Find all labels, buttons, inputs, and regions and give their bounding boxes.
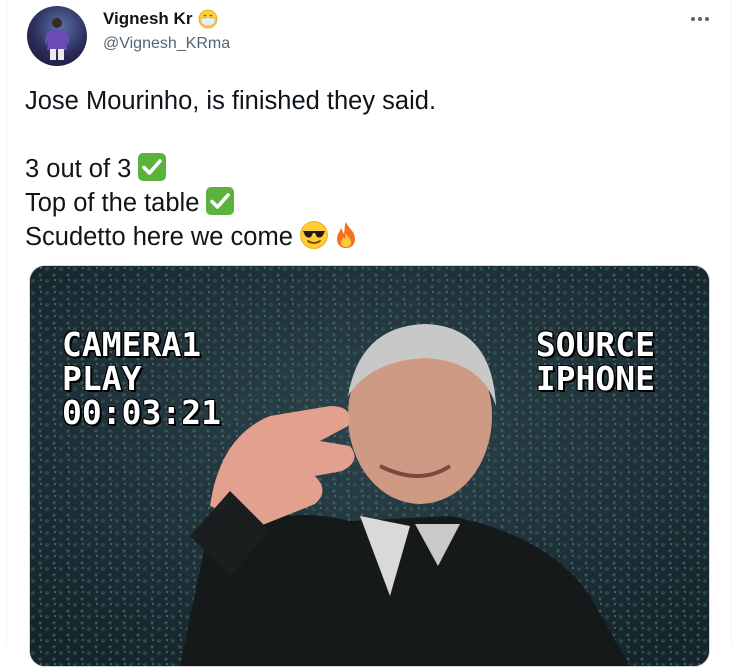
tweet-line: Top of the table (25, 186, 715, 220)
check-mark-button-icon (206, 187, 235, 215)
avatar-figure (45, 18, 69, 60)
camera-osd-right: SOURCE IPHONE (536, 328, 655, 396)
tweet-line: 3 out of 3 (25, 152, 715, 186)
more-options-button[interactable] (685, 8, 715, 30)
osd-source-label: SOURCE (535, 325, 655, 364)
display-name[interactable]: Vignesh Kr (103, 9, 192, 29)
osd-timecode: 00:03:21 (62, 393, 221, 432)
author-name-row[interactable]: Vignesh Kr (103, 9, 218, 29)
tweet-card: Vignesh Kr @Vignesh_KRma Jose Mourinho, … (6, 0, 732, 667)
tweet-line-text: Top of the table (25, 189, 200, 217)
tweet-line: Jose Mourinho, is finished they said. (25, 87, 437, 115)
tweet-text: Jose Mourinho, is finished they said. 3 … (25, 84, 715, 254)
tweet-line: Scudetto here we come (25, 220, 715, 254)
tweet-line-text: 3 out of 3 (25, 155, 132, 183)
author-handle[interactable]: @Vignesh_KRma (103, 35, 230, 53)
avatar[interactable] (27, 6, 87, 66)
video-media[interactable]: CAMERA1 PLAY 00:03:21 SOURCE IPHONE (29, 265, 710, 667)
tweet-line-text: Scudetto here we come (25, 223, 293, 251)
osd-source-value: IPHONE (535, 359, 655, 398)
osd-play-label: PLAY (62, 359, 142, 398)
check-mark-button-icon (138, 153, 167, 181)
more-dot-icon (698, 17, 702, 21)
more-dot-icon (705, 17, 709, 21)
more-dot-icon (691, 17, 695, 21)
fire-icon (336, 222, 355, 248)
camera-osd-left: CAMERA1 PLAY 00:03:21 (62, 328, 221, 430)
osd-camera-label: CAMERA1 (62, 325, 202, 364)
face-with-medical-mask-icon (199, 9, 218, 29)
smiling-face-with-sunglasses-icon (300, 221, 328, 249)
